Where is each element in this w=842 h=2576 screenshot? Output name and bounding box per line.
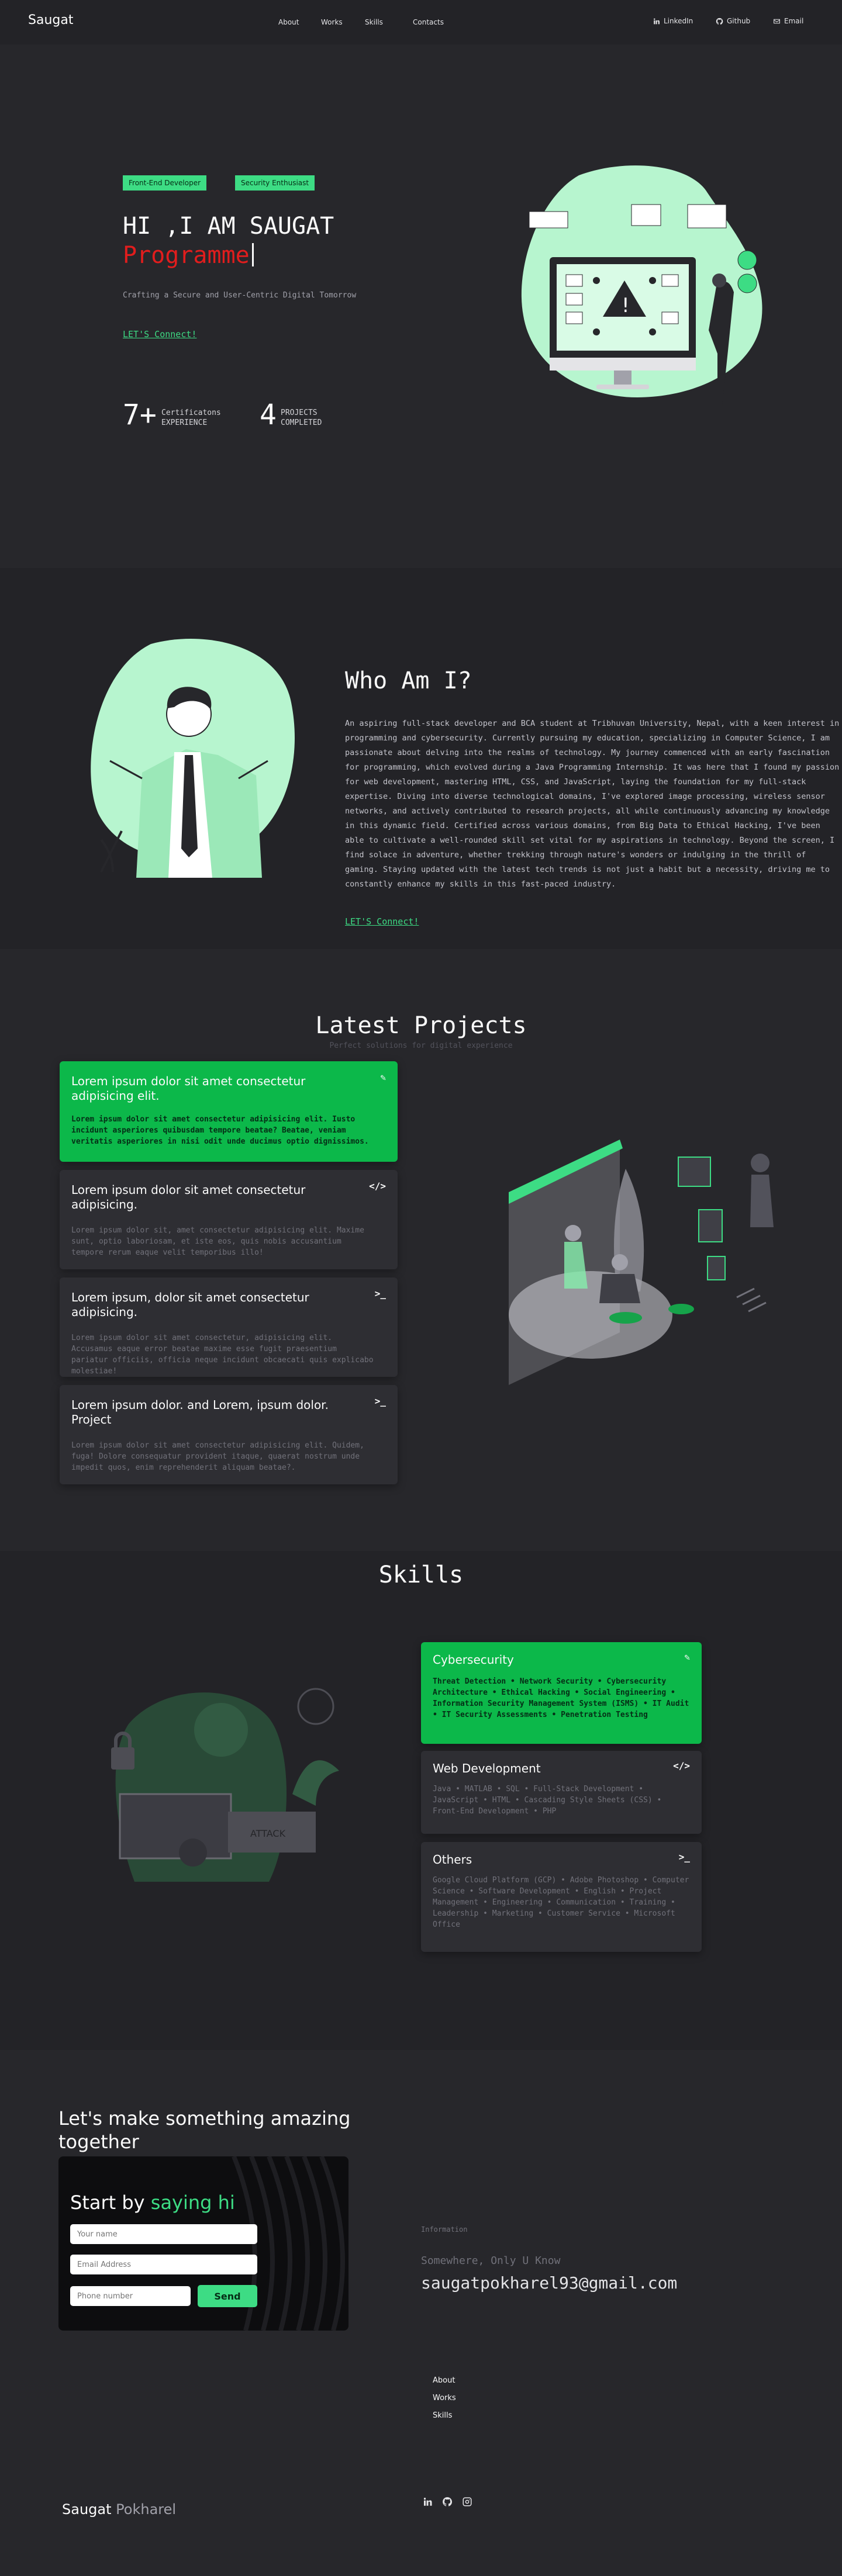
project-card-1[interactable]: Lorem ipsum dolor sit amet consectetur a… <box>60 1061 398 1162</box>
info-location: Somewhere, Only U Know <box>421 2255 561 2267</box>
github-icon <box>443 2497 453 2506</box>
terminal-icon: >_ <box>678 1851 690 1862</box>
avatar-illustration <box>91 638 295 878</box>
projects-illustration <box>509 1140 774 1385</box>
linkedin-icon <box>424 2498 432 2506</box>
contact-title: Let's make something amazing together <box>58 2107 351 2153</box>
stat-projects-label: PROJECTS COMPLETED <box>281 408 322 427</box>
hero-connect-link[interactable]: LET'S Connect! <box>123 329 196 340</box>
instagram-icon <box>463 2497 472 2506</box>
project-card-4[interactable]: Lorem ipsum dolor. and Lorem, ipsum dolo… <box>60 1385 398 1484</box>
email-label: Email <box>784 17 804 25</box>
tag-frontend: Front-End Developer <box>123 175 207 191</box>
hero-role-text: Programme <box>123 242 250 269</box>
skills-illustration: ATTACK <box>111 1688 339 1882</box>
skill-card-cybersecurity[interactable]: Cybersecurity ✎ Threat Detection • Netwo… <box>421 1642 702 1744</box>
stat-projects-number: 4 <box>260 399 277 431</box>
about-text: An aspiring full-stack developer and BCA… <box>345 719 840 889</box>
hero-role: Programme <box>123 242 254 269</box>
hero-tagline: Crafting a Secure and User-Centric Digit… <box>123 291 357 300</box>
tag-security: Security Enthusiast <box>235 175 315 191</box>
project-card-3[interactable]: Lorem ipsum, dolor sit amet consectetur … <box>60 1277 398 1377</box>
project-card-desc: Lorem ipsum dolor sit amet consectetur, … <box>71 1334 374 1376</box>
send-button[interactable]: Send <box>198 2285 257 2307</box>
svg-text:!: ! <box>622 294 630 317</box>
footer-link-skills[interactable]: Skills <box>433 2411 452 2420</box>
brand-logo[interactable]: Saugat <box>28 13 73 27</box>
about-title: Who Am I? <box>345 667 472 694</box>
email-input[interactable] <box>70 2255 257 2274</box>
project-card-title: Lorem ipsum dolor. and Lorem, ipsum dolo… <box>71 1398 329 1427</box>
nav-github[interactable]: Github <box>716 17 750 25</box>
skill-card-others[interactable]: Others >_ Google Cloud Platform (GCP) • … <box>421 1842 702 1952</box>
code-icon: </> <box>673 1760 690 1771</box>
nav-email[interactable]: Email <box>773 17 803 25</box>
linkedin-icon <box>654 18 660 24</box>
nav-link-works[interactable]: Works <box>321 18 343 26</box>
mail-icon <box>774 19 780 23</box>
magic-wand-icon: ✎ <box>684 1651 690 1663</box>
skill-card-desc: Threat Detection • Network Security • Cy… <box>433 1677 689 1719</box>
skills-title: Skills <box>378 1561 464 1588</box>
footer-link-works[interactable]: Works <box>433 2394 456 2402</box>
project-card-desc: Lorem ipsum dolor sit amet consectetur a… <box>71 1441 364 1472</box>
info-email-link[interactable]: saugatpokharel93@gmail.com <box>421 2273 677 2293</box>
project-card-desc: Lorem ipsum dolor sit amet consectetur a… <box>71 1115 369 1146</box>
stat-certifications-number: 7+ <box>123 399 157 431</box>
projects-subtitle: Perfect solutions for digital experience <box>329 1041 513 1050</box>
info-label: Information <box>421 2225 468 2234</box>
skill-card-title: Cybersecurity <box>433 1653 514 1667</box>
stat-certifications-label: Certificatons EXPERIENCE <box>161 408 221 427</box>
project-card-desc: Lorem ipsum dolor sit, amet consectetur … <box>71 1226 364 1257</box>
nav-link-skills[interactable]: Skills <box>365 18 383 26</box>
linkedin-label: LinkedIn <box>664 17 693 25</box>
project-card-title: Lorem ipsum dolor sit amet consectetur a… <box>71 1183 306 1211</box>
terminal-icon: >_ <box>374 1288 386 1299</box>
typing-cursor <box>251 243 254 266</box>
footer-link-about[interactable]: About <box>433 2376 455 2385</box>
github-icon <box>716 18 723 25</box>
footer-linkedin[interactable] <box>422 2497 435 2509</box>
about-connect-link[interactable]: LET'S Connect! <box>345 916 419 927</box>
name-input[interactable] <box>70 2224 257 2244</box>
terminal-icon: >_ <box>374 1396 386 1407</box>
project-card-title: Lorem ipsum, dolor sit amet consectetur … <box>71 1290 309 1319</box>
security-illustration: ! <box>521 165 762 406</box>
skill-card-title: Others <box>433 1853 472 1867</box>
project-card-title: Lorem ipsum dolor sit amet consectetur a… <box>71 1074 306 1103</box>
hero-greeting: HI ,I AM SAUGAT <box>123 213 334 240</box>
github-label: Github <box>727 17 751 25</box>
skill-card-desc: Google Cloud Platform (GCP) • Adobe Phot… <box>433 1876 689 1929</box>
form-title: Start by saying hi <box>70 2191 235 2214</box>
footer-instagram[interactable] <box>462 2497 475 2509</box>
nav-link-contacts[interactable]: Contacts <box>413 18 444 26</box>
footer-brand: Saugat Pokharel <box>62 2501 177 2518</box>
project-card-2[interactable]: Lorem ipsum dolor sit amet consectetur a… <box>60 1170 398 1269</box>
phone-input[interactable] <box>70 2286 191 2306</box>
projects-title: Latest Projects <box>315 1012 527 1039</box>
nav-linkedin[interactable]: LinkedIn <box>653 17 693 25</box>
code-icon: </> <box>369 1180 386 1192</box>
magic-wand-icon: ✎ <box>380 1072 386 1083</box>
footer-github[interactable] <box>442 2497 455 2509</box>
attack-label: ATTACK <box>250 1828 286 1839</box>
nav-link-about[interactable]: About <box>278 18 299 26</box>
skill-card-desc: Java • MATLAB • SQL • Full-Stack Develop… <box>433 1785 662 1816</box>
skill-card-title: Web Development <box>433 1761 541 1775</box>
skill-card-webdev[interactable]: Web Development </> Java • MATLAB • SQL … <box>421 1751 702 1834</box>
